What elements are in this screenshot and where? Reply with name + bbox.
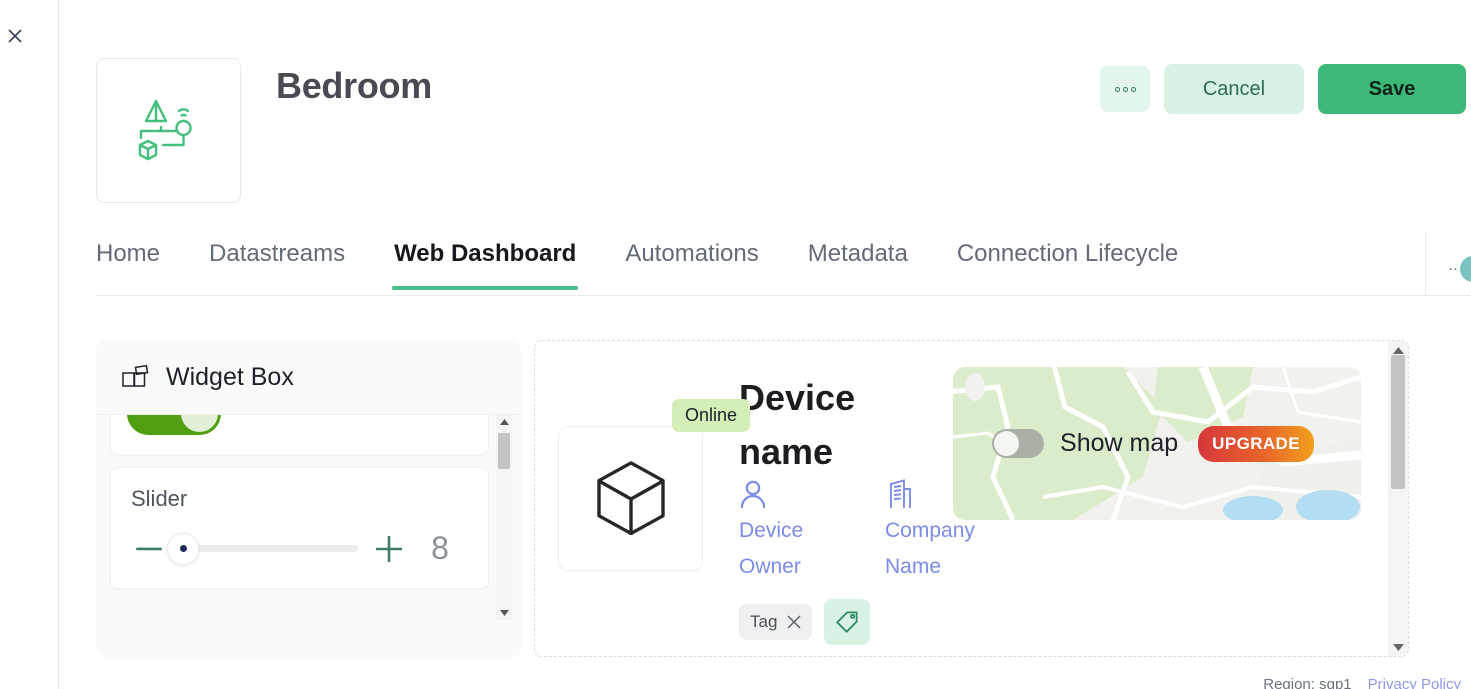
minus-icon [136,547,162,550]
device-thumbnail [96,58,241,203]
widgets-icon [122,364,149,387]
tab-home[interactable]: Home [96,232,160,268]
dashboard-panel: Device name Online Device Owner Company … [534,340,1409,657]
footer: Region: sgp1 Privacy Policy [1263,676,1461,689]
tab-divider [1425,232,1426,296]
header-actions: Cancel Save [1100,64,1466,114]
tab-list: Home Datastreams Web Dashboard Automatio… [96,232,1227,295]
show-map-label: Show map [1060,429,1179,457]
slider-controls: 8 [131,530,468,567]
device-identity: Device name [739,371,989,479]
cancel-button[interactable]: Cancel [1164,64,1304,114]
switch-toggle[interactable] [127,415,221,435]
slider-value: 8 [431,530,449,566]
scroll-down-arrow-icon[interactable] [496,606,512,620]
tag-remove-icon[interactable] [787,615,801,629]
device-name: Device name [739,377,856,472]
close-icon [8,29,22,43]
person-icon [739,479,843,511]
device-owner[interactable]: Device Owner [739,479,843,585]
iot-device-icon [138,99,192,160]
plus-icon [376,535,402,562]
slider-track-area[interactable] [167,532,366,566]
device-card: Device name Online Device Owner Company … [535,341,1408,656]
company-name-label: Company Name [885,519,975,578]
map-preview: Show map UPGRADE [953,367,1361,520]
device-image-placeholder [558,426,703,571]
show-map-toggle[interactable] [992,429,1045,458]
tag-chip-label: Tag [750,612,778,631]
scroll-up-arrow-icon[interactable] [496,415,512,429]
tag-chip[interactable]: Tag [739,604,813,640]
tab-overflow[interactable]: ·· i [1448,256,1471,282]
tab-bar: Home Datastreams Web Dashboard Automatio… [96,232,1471,296]
add-tag-button[interactable] [824,599,871,645]
widget-box-panel: Widget Box Slider 8 [96,340,521,657]
device-meta: Device Owner Company Name [739,479,989,585]
status-badge: Online [672,399,751,432]
panel-scroll-down-arrow-icon[interactable] [1388,640,1408,654]
dashboard-scrollbar[interactable] [1388,341,1408,656]
left-rail [0,0,59,689]
tab-metadata[interactable]: Metadata [808,232,908,268]
tag-list: Tag [739,599,871,645]
tab-automations[interactable]: Automations [625,232,758,268]
show-map-control: Show map UPGRADE [992,425,1314,462]
widget-slider-card: Slider 8 [110,467,489,589]
tab-datastreams[interactable]: Datastreams [209,232,345,268]
panel-scroll-thumb[interactable] [1391,355,1405,489]
cube-icon [596,460,665,535]
tab-web-dashboard[interactable]: Web Dashboard [392,232,579,290]
tab-baseline [96,295,1471,296]
device-owner-label: Device Owner [739,519,804,578]
slider-increment-button[interactable] [366,535,412,562]
tag-icon [836,611,858,633]
page-header: Bedroom Cancel Save [96,58,1471,204]
upgrade-button[interactable]: UPGRADE [1198,425,1314,462]
widget-list: Slider 8 [96,415,521,657]
map-overlay: Show map UPGRADE [953,367,1361,520]
widget-box-scroll-thumb[interactable] [498,433,510,469]
widget-box-title: Widget Box [166,362,294,391]
close-button[interactable] [3,24,27,48]
privacy-policy-link[interactable]: Privacy Policy [1368,676,1461,689]
page-title: Bedroom [276,65,432,106]
widget-box-header: Widget Box [96,340,521,415]
overflow-ellipsis-icon: ·· [1448,260,1458,277]
save-button[interactable]: Save [1318,64,1466,114]
slider-thumb[interactable] [167,532,199,565]
info-icon[interactable]: i [1460,256,1471,282]
slider-label: Slider [131,486,188,511]
widget-switch-card[interactable] [110,415,489,455]
app-root: Bedroom Cancel Save Home Datastreams Web… [0,0,1471,689]
widget-box-scrollbar[interactable] [496,415,512,620]
switch-knob [181,415,218,432]
tab-connection-lifecycle[interactable]: Connection Lifecycle [957,232,1178,268]
region-label: Region: sgp1 [1263,676,1352,689]
ellipsis-icon [1114,86,1136,92]
slider-decrement-button[interactable] [131,547,167,551]
more-options-button[interactable] [1100,66,1150,112]
slider-track [189,545,358,552]
show-map-toggle-knob [994,431,1020,456]
